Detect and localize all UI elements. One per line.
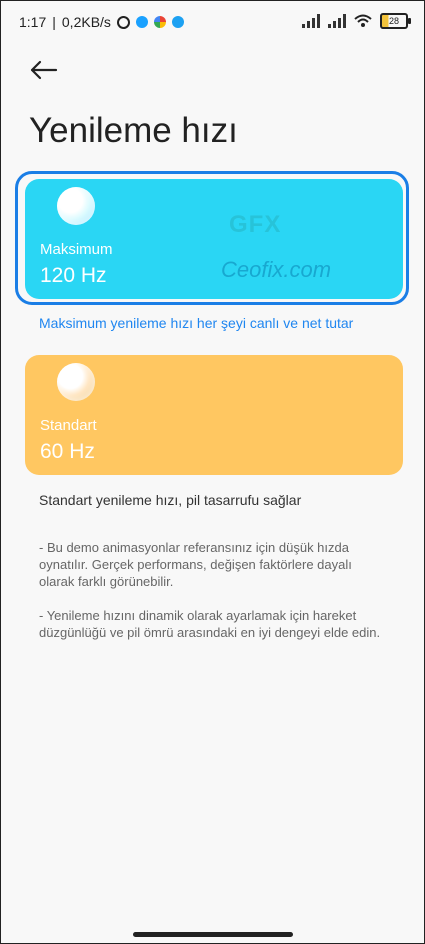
standard-refresh-option[interactable]: Standart 60 Hz bbox=[25, 355, 403, 475]
battery-icon: 28 bbox=[380, 13, 411, 29]
google-icon bbox=[153, 16, 166, 28]
home-indicator[interactable] bbox=[133, 932, 293, 937]
option-label: Maksimum bbox=[40, 241, 113, 258]
signal-icon bbox=[328, 14, 346, 28]
option-rate: 60 Hz bbox=[40, 440, 95, 463]
option-label: Standart bbox=[40, 417, 97, 434]
info-note: - Bu demo animasyonlar referansınız için… bbox=[39, 540, 352, 589]
status-bar: 1:17 | 0,2KB/s 28 bbox=[1, 1, 425, 45]
status-time: 1:17 bbox=[19, 14, 47, 30]
maximum-refresh-option[interactable]: Maksimum 120 Hz bbox=[25, 179, 403, 299]
maximum-description: Maksimum yenileme hızı her şeyi canlı ve… bbox=[39, 315, 354, 331]
wifi-icon bbox=[354, 14, 372, 27]
option-rate: 120 Hz bbox=[40, 264, 107, 287]
status-divider: | bbox=[52, 14, 56, 30]
signal-icon bbox=[302, 14, 320, 28]
demo-bubble bbox=[57, 363, 95, 401]
status-left: 1:17 | 0,2KB/s bbox=[19, 14, 184, 30]
watermark-text: Ceofix.com bbox=[221, 257, 332, 282]
back-arrow-icon[interactable] bbox=[29, 55, 59, 85]
standard-description: Standart yenileme hızı, pil tasarrufu sa… bbox=[39, 492, 302, 508]
watermark-logo: GFX bbox=[229, 211, 282, 238]
watermark: GFX Ceofix.com bbox=[221, 211, 332, 282]
network-speed: 0,2KB/s bbox=[61, 14, 111, 30]
status-right: 28 bbox=[302, 13, 411, 29]
alarm-icon bbox=[116, 15, 130, 29]
demo-bubble bbox=[57, 187, 95, 225]
info-note: - Yenileme hızını dinamik olarak ayarlam… bbox=[39, 608, 381, 640]
screen: 1:17 | 0,2KB/s 28 Yenileme hızı Maksimum… bbox=[0, 0, 425, 944]
page-title: Yenileme hızı bbox=[29, 111, 238, 150]
link-icon bbox=[135, 16, 148, 28]
battery-level: 28 bbox=[388, 16, 399, 26]
twitter-icon bbox=[171, 16, 184, 28]
